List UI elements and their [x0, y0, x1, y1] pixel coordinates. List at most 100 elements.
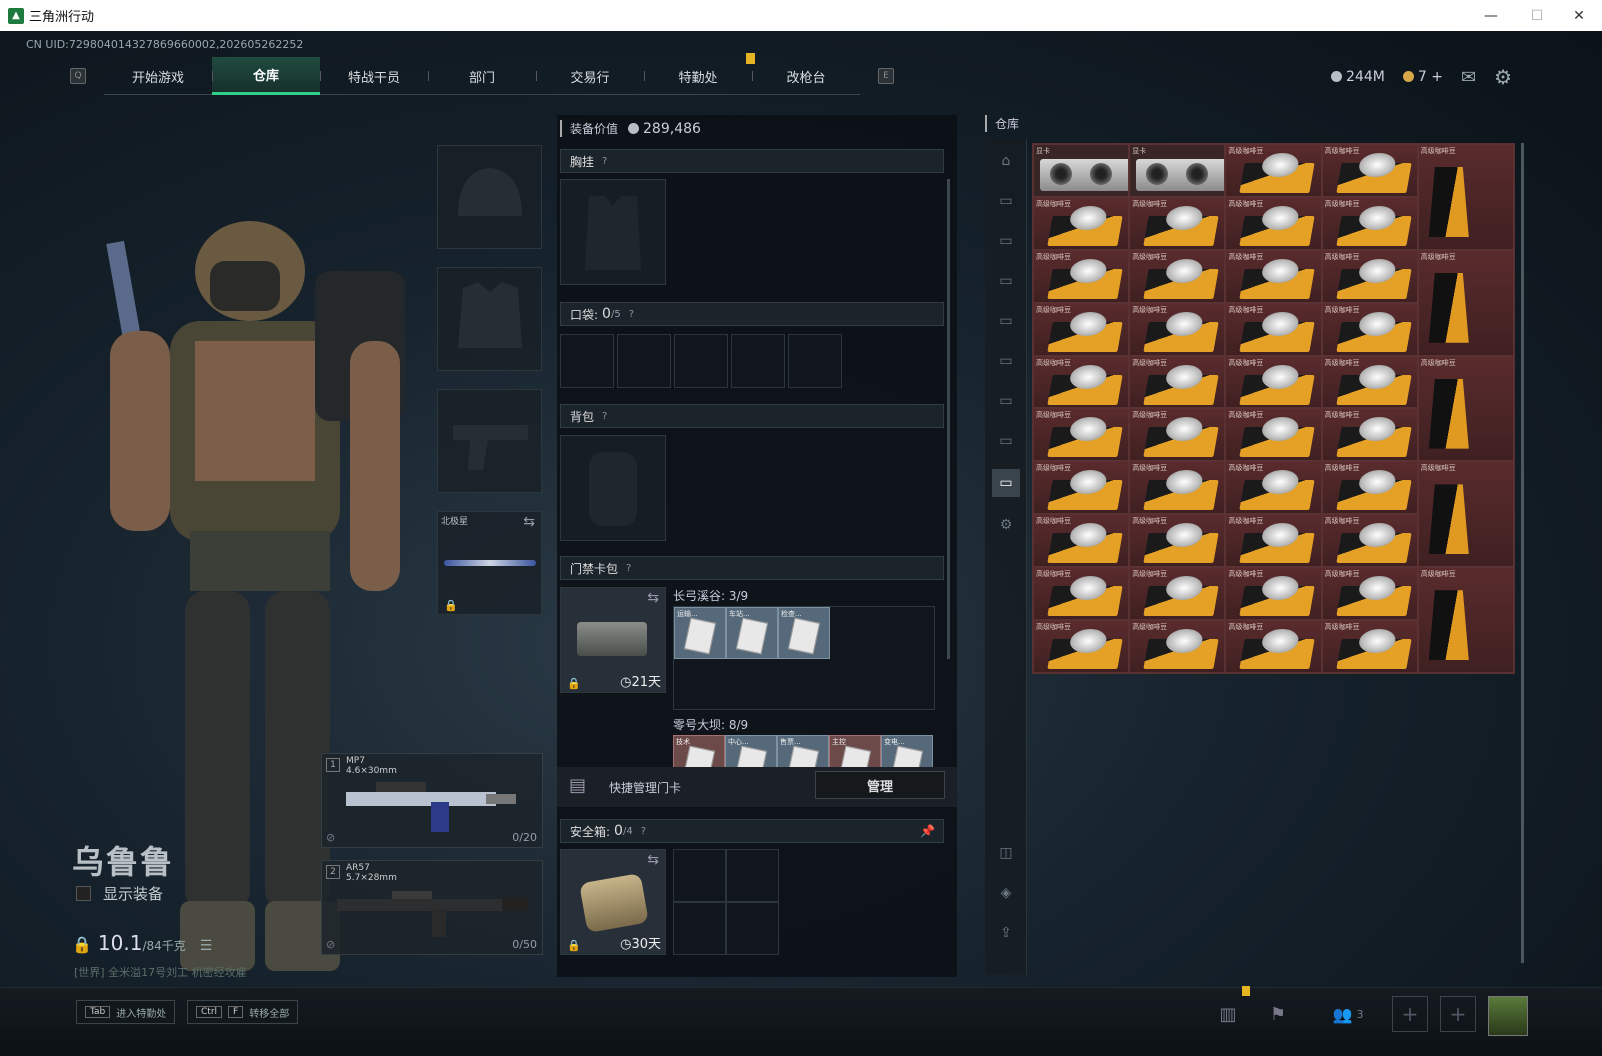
storage-tab-icon[interactable]: ▭	[992, 227, 1020, 255]
settings-gear-icon[interactable]: ⚙	[1494, 65, 1512, 89]
keycard-case-slot[interactable]: ⇆ 🔒 ◷21天	[560, 587, 666, 693]
tab-special-ops[interactable]: 特勤处	[644, 57, 752, 95]
close-button[interactable]: ✕	[1556, 0, 1602, 31]
pistol-slot[interactable]	[437, 389, 542, 493]
pocket-slot[interactable]	[788, 334, 842, 388]
coffee-bean-item[interactable]: 高级咖啡豆	[1321, 302, 1418, 356]
coffee-bean-item[interactable]: 高级咖啡豆	[1033, 355, 1130, 409]
tab-operators[interactable]: 特战干员	[320, 57, 428, 95]
settings-gear-icon[interactable]: ⚙	[992, 511, 1020, 539]
all-items-icon[interactable]: ⌂	[992, 147, 1020, 175]
sort-icon[interactable]: ⇪	[992, 919, 1020, 947]
coffee-bean-item[interactable]: 高级咖啡豆	[1129, 302, 1226, 356]
swap-icon[interactable]: ⇆	[647, 590, 659, 606]
coffee-bean-item[interactable]: 高级咖啡豆	[1321, 249, 1418, 303]
coffee-bag-item[interactable]: 高级咖啡豆	[1417, 461, 1514, 568]
melee-slot[interactable]: 北极星 ⇆ 🔒	[437, 511, 542, 615]
coffee-bean-item[interactable]: 高级咖啡豆	[1321, 514, 1418, 568]
list-icon[interactable]: ☰	[200, 938, 213, 954]
keycard[interactable]: 车站...	[726, 607, 778, 659]
coffee-bean-item[interactable]: 高级咖啡豆	[1225, 620, 1322, 673]
help-icon[interactable]: ?	[602, 156, 607, 167]
show-equipment-checkbox[interactable]	[76, 886, 91, 901]
coffee-bean-item[interactable]: 高级咖啡豆	[1321, 461, 1418, 515]
gpu-item[interactable]: 显卡	[1033, 144, 1130, 197]
coffee-bean-item[interactable]: 高级咖啡豆	[1225, 461, 1322, 515]
add-currency-button[interactable]: +	[1431, 69, 1443, 85]
storage-tab-icon[interactable]: ▭	[992, 267, 1020, 295]
vault-icon[interactable]: ◫	[992, 839, 1020, 867]
coffee-bean-item[interactable]: 高级咖啡豆	[1129, 408, 1226, 462]
tab-gunsmith[interactable]: 改枪台	[752, 57, 860, 95]
pin-icon[interactable]: 📌	[920, 824, 935, 838]
pocket-slot[interactable]	[674, 334, 728, 388]
silver-currency[interactable]: 244M	[1331, 69, 1385, 85]
pocket-slot[interactable]	[617, 334, 671, 388]
tab-start-game[interactable]: 开始游戏	[104, 57, 212, 95]
world-chat[interactable]: [世界] 全米溢17号刘工 机密经攻雇	[74, 964, 247, 980]
show-equipment-toggle[interactable]: 显示装备	[76, 883, 163, 904]
coffee-bean-item[interactable]: 高级咖啡豆	[1225, 355, 1322, 409]
coffee-bag-item[interactable]: 高级咖啡豆	[1417, 144, 1514, 250]
coffee-bean-item[interactable]: 高级咖啡豆	[1033, 514, 1130, 568]
coffee-bean-item[interactable]: 高级咖啡豆	[1321, 620, 1418, 673]
keycard[interactable]: 检查...	[778, 607, 830, 659]
coffee-bean-item[interactable]: 高级咖啡豆	[1225, 514, 1322, 568]
keycard[interactable]: 中心...	[725, 735, 777, 769]
keycard[interactable]: 运输...	[674, 607, 726, 659]
primary-weapon-slot[interactable]: 1 MP7 4.6×30mm ⊘ 0/20	[321, 753, 543, 848]
mail-icon[interactable]: ✉	[1461, 67, 1476, 88]
backpack-slot[interactable]	[560, 435, 666, 541]
friends-icon[interactable]: 👥 3	[1318, 994, 1378, 1034]
transfer-all-hotkey[interactable]: Ctrl F 转移全部	[187, 1000, 299, 1024]
help-icon[interactable]: ?	[602, 411, 607, 422]
secondary-weapon-slot[interactable]: 2 AR57 5.7×28mm ⊘ 0/50	[321, 860, 543, 955]
tab-department[interactable]: 部门	[428, 57, 536, 95]
coffee-bean-item[interactable]: 高级咖啡豆	[1321, 144, 1418, 197]
coffee-bag-item[interactable]: 高级咖啡豆	[1417, 567, 1514, 673]
gold-currency[interactable]: 7 +	[1402, 69, 1443, 85]
coffee-bean-item[interactable]: 高级咖啡豆	[1033, 567, 1130, 621]
coffee-bean-item[interactable]: 高级咖啡豆	[1321, 196, 1418, 250]
invite-slot[interactable]: +	[1390, 994, 1430, 1034]
chest-rig-slot[interactable]	[560, 179, 666, 285]
keycard[interactable]: 变电...	[881, 735, 933, 769]
coffee-bean-item[interactable]: 高级咖啡豆	[1225, 144, 1322, 197]
keycard[interactable]: 技术	[673, 735, 725, 769]
coffee-bean-item[interactable]: 高级咖啡豆	[1033, 620, 1130, 673]
invite-slot[interactable]: +	[1438, 994, 1478, 1034]
nav-key-left[interactable]: Q	[70, 68, 86, 84]
gpu-item[interactable]: 显卡	[1129, 144, 1226, 197]
maximize-button[interactable]: ☐	[1514, 0, 1560, 31]
safe-box-slot[interactable]: ⇆ 🔒 ◷30天	[560, 849, 666, 955]
stats-icon[interactable]: ▥	[1208, 994, 1248, 1034]
scrollbar[interactable]	[947, 179, 950, 659]
coffee-bean-item[interactable]: 高级咖啡豆	[1225, 302, 1322, 356]
storage-tab-icon[interactable]: ▭	[992, 469, 1020, 497]
help-icon[interactable]: ?	[629, 309, 634, 320]
coffee-bean-item[interactable]: 高级咖啡豆	[1129, 461, 1226, 515]
safe-slot[interactable]	[673, 902, 726, 955]
coffee-bean-item[interactable]: 高级咖啡豆	[1225, 567, 1322, 621]
storage-tab-icon[interactable]: ▭	[992, 187, 1020, 215]
pocket-slot[interactable]	[560, 334, 614, 388]
storage-tab-icon[interactable]: ▭	[992, 347, 1020, 375]
storage-tab-icon[interactable]: ▭	[992, 307, 1020, 335]
keycard[interactable]: 主控	[829, 735, 881, 769]
armor-slot[interactable]	[437, 267, 542, 371]
coffee-bean-item[interactable]: 高级咖啡豆	[1321, 408, 1418, 462]
coffee-bean-item[interactable]: 高级咖啡豆	[1321, 355, 1418, 409]
safe-slot[interactable]	[726, 849, 779, 902]
coffee-bag-item[interactable]: 高级咖啡豆	[1417, 249, 1514, 356]
manage-button[interactable]: 管理	[815, 771, 945, 799]
coffee-bean-item[interactable]: 高级咖啡豆	[1129, 196, 1226, 250]
pocket-slot[interactable]	[731, 334, 785, 388]
safe-slot[interactable]	[673, 849, 726, 902]
coffee-bag-item[interactable]: 高级咖啡豆	[1417, 355, 1514, 462]
coffee-bean-item[interactable]: 高级咖啡豆	[1033, 408, 1130, 462]
storage-tab-icon[interactable]: ▭	[992, 387, 1020, 415]
flag-icon[interactable]: ⚑	[1258, 994, 1298, 1034]
swap-icon[interactable]: ⇆	[523, 514, 535, 530]
help-icon[interactable]: ?	[641, 826, 646, 837]
avatar[interactable]	[1488, 996, 1528, 1036]
